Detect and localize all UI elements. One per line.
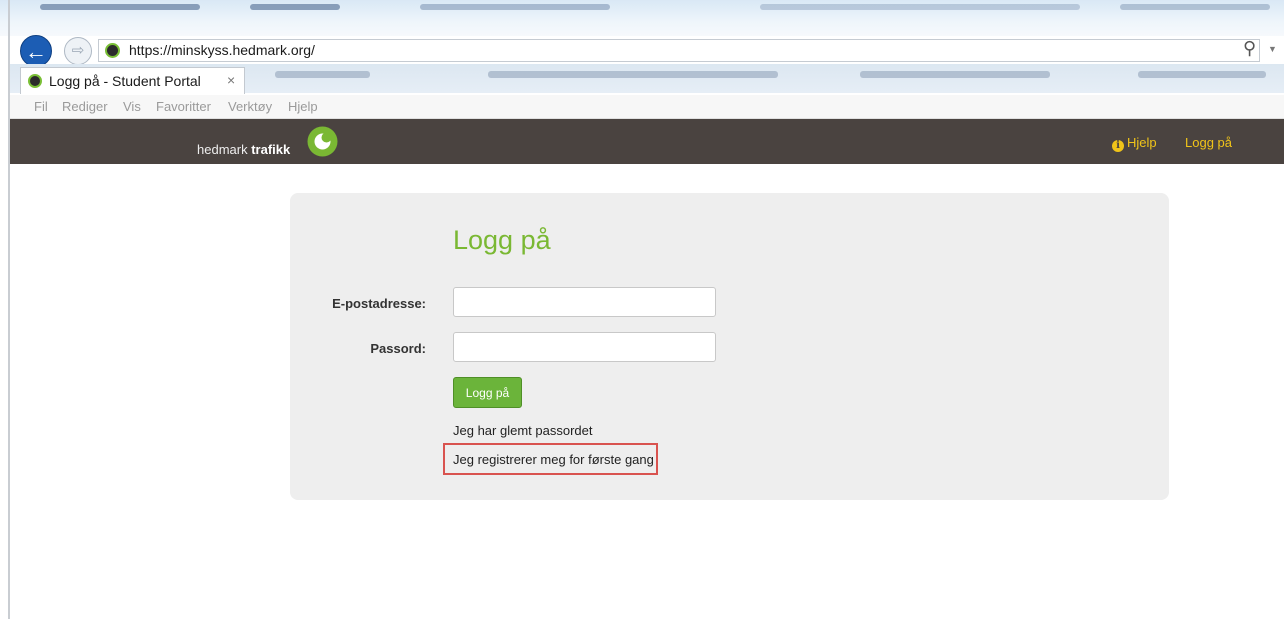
tab-title: Logg på - Student Portal bbox=[49, 73, 201, 89]
register-first-time-link[interactable]: Jeg registrerer meg for første gang bbox=[453, 452, 654, 467]
brand-name-light: hedmark bbox=[197, 142, 252, 157]
window-top-strip bbox=[0, 0, 1284, 36]
back-button[interactable]: ← bbox=[20, 35, 52, 67]
app-header: hedmark trafikk i Hjelp Logg på bbox=[10, 119, 1284, 164]
info-icon: i bbox=[1112, 140, 1124, 152]
search-dropdown-icon[interactable]: ▼ bbox=[1268, 44, 1277, 54]
menu-item-verktoy[interactable]: Verktøy bbox=[228, 99, 272, 114]
address-bar[interactable]: https://minskyss.hedmark.org/ bbox=[98, 39, 1260, 62]
menu-item-hjelp[interactable]: Hjelp bbox=[288, 99, 318, 114]
login-panel: Logg på E-postadresse: Passord: Logg på … bbox=[290, 193, 1169, 500]
password-field[interactable] bbox=[453, 332, 716, 362]
email-field[interactable] bbox=[453, 287, 716, 317]
back-arrow-icon: ← bbox=[25, 39, 47, 64]
forward-button[interactable]: ⇨ bbox=[64, 37, 92, 65]
brand-logo-icon[interactable] bbox=[306, 125, 339, 158]
tab-close-icon[interactable]: × bbox=[227, 72, 235, 88]
menu-bar: Fil Rediger Vis Favoritter Verktøy Hjelp bbox=[10, 95, 1284, 119]
menu-item-favoritter[interactable]: Favoritter bbox=[156, 99, 211, 114]
login-button[interactable]: Logg på bbox=[453, 377, 522, 408]
brand-name-bold: trafikk bbox=[251, 142, 291, 157]
menu-item-rediger[interactable]: Rediger bbox=[62, 99, 108, 114]
header-login-link[interactable]: Logg på bbox=[1185, 135, 1232, 150]
site-favicon-icon bbox=[105, 43, 120, 58]
help-link-label: Hjelp bbox=[1127, 135, 1157, 150]
email-label: E-postadresse: bbox=[332, 296, 426, 311]
search-icon[interactable]: ⚲ bbox=[1243, 38, 1256, 59]
tab-favicon-icon bbox=[28, 74, 42, 88]
tab-active[interactable]: Logg på - Student Portal × bbox=[20, 67, 245, 94]
password-label: Passord: bbox=[370, 341, 426, 356]
page-title: Logg på bbox=[453, 225, 551, 255]
menu-item-fil[interactable]: Fil bbox=[34, 99, 48, 114]
address-url[interactable]: https://minskyss.hedmark.org/ bbox=[129, 42, 315, 58]
brand-name[interactable]: hedmark trafikk bbox=[197, 142, 290, 157]
help-link[interactable]: i Hjelp bbox=[1112, 135, 1157, 152]
forward-arrow-icon: ⇨ bbox=[71, 42, 85, 59]
forgot-password-link[interactable]: Jeg har glemt passordet bbox=[453, 423, 592, 438]
menu-item-vis[interactable]: Vis bbox=[123, 99, 141, 114]
